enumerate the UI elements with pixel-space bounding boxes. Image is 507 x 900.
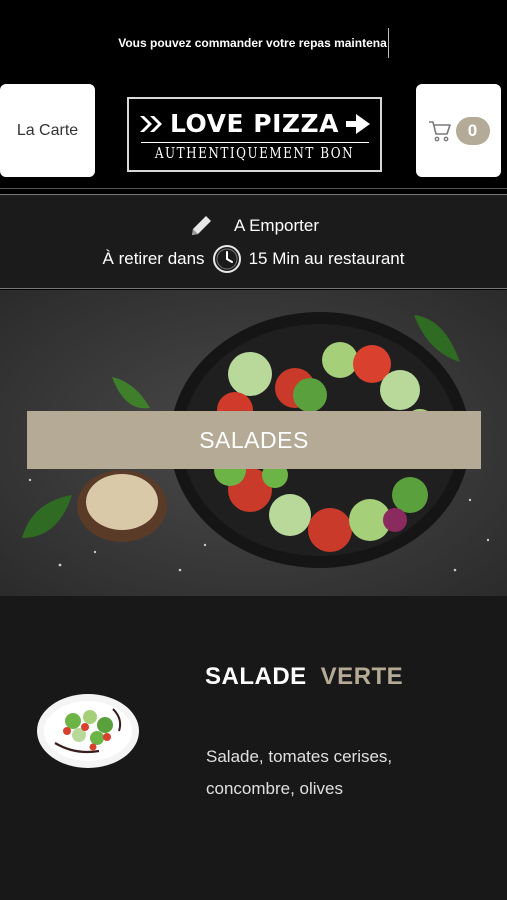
header: La Carte LOVE PIZZA AUTHENTIQUEMENT BON <box>0 84 507 178</box>
product-image[interactable] <box>35 691 141 771</box>
cart-count-badge: 0 <box>455 116 490 145</box>
product-card[interactable]: SALADE VERTE Salade, tomates cerises, con… <box>0 596 507 900</box>
logo-title: LOVE PIZZA <box>170 109 339 138</box>
menu-button-label: La Carte <box>16 121 79 139</box>
logo-title-row: LOVE PIZZA <box>138 109 371 138</box>
menu-button[interactable]: La Carte <box>0 84 95 177</box>
info-marquee: Vous pouvez commander votre repas mainte… <box>0 28 507 58</box>
pickup-mode-label: A Emporter <box>233 216 320 235</box>
product-description: Salade, tomates cerises, concombre, oliv… <box>206 747 393 798</box>
arrow-right-icon <box>345 113 370 134</box>
pickup-time-row: À retirer dans 15 Min au restaurant <box>0 243 507 275</box>
logo[interactable]: LOVE PIZZA AUTHENTIQUEMENT BON <box>127 97 382 172</box>
product-title[interactable]: SALADE VERTE <box>205 663 403 691</box>
pickup-info-panel[interactable]: A Emporter À retirer dans 15 Min au rest… <box>0 194 507 289</box>
cart-icon <box>428 120 451 141</box>
category-title: SALADES <box>199 426 309 453</box>
logo-divider <box>140 142 369 143</box>
clock-icon <box>211 243 243 275</box>
product-title-accent: VERTE <box>320 663 404 690</box>
cart-button[interactable]: 0 <box>416 84 501 177</box>
double-chevron-icon <box>140 115 162 132</box>
category-title-banner[interactable]: SALADES <box>27 411 481 469</box>
logo-subtitle: AUTHENTIQUEMENT BON <box>154 144 355 162</box>
page: Vous pouvez commander votre repas mainte… <box>0 0 507 900</box>
header-divider <box>0 188 507 189</box>
marquee-text: Vous pouvez commander votre repas mainte… <box>118 28 389 58</box>
product-title-main: SALADE <box>205 663 307 690</box>
pickup-mode-row: A Emporter <box>0 213 507 239</box>
category-hero[interactable]: SALADES <box>0 290 507 596</box>
pickup-time: 15 Min au restaurant <box>248 249 405 268</box>
pencil-icon[interactable] <box>188 213 214 239</box>
pickup-prefix: À retirer dans <box>102 249 205 268</box>
